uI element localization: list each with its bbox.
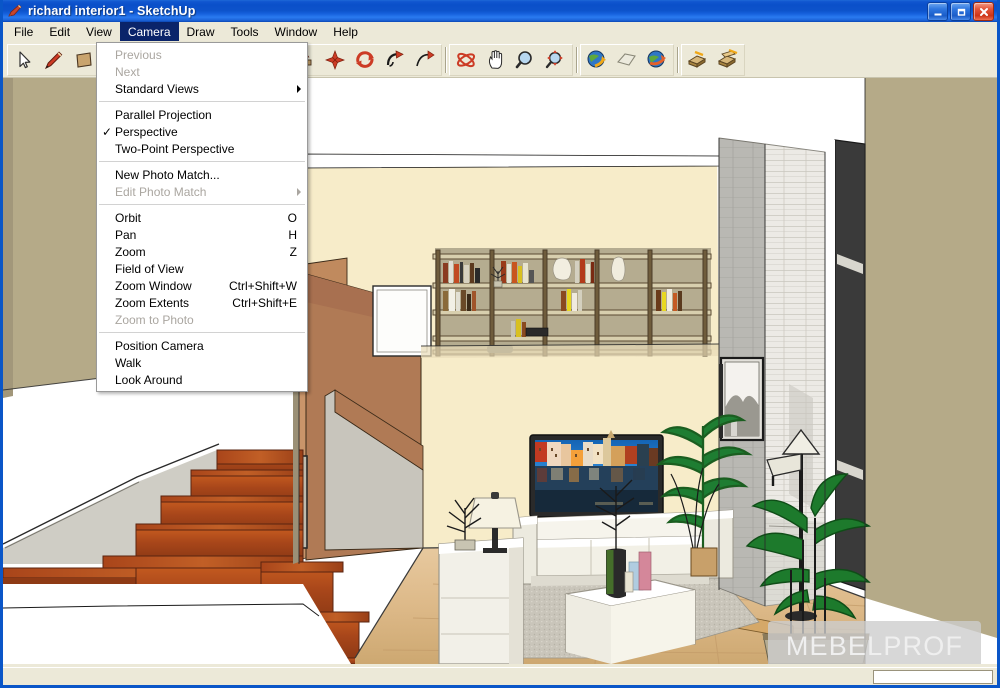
menu-separator	[99, 101, 305, 102]
toolbar-separator	[674, 44, 681, 76]
menu-item-next[interactable]: Next	[97, 63, 307, 80]
menu-item-zoom[interactable]: Zoom Z	[97, 243, 307, 260]
orbit-icon[interactable]	[451, 45, 481, 75]
shelf-vase-2	[611, 256, 626, 282]
right-exterior-wall	[865, 78, 997, 638]
menu-draw[interactable]: Draw	[179, 22, 223, 41]
zoom-extents-icon[interactable]	[541, 45, 571, 75]
menu-window-label: Window	[274, 24, 318, 39]
menu-file[interactable]: File	[6, 22, 41, 41]
menu-edit[interactable]: Edit	[41, 22, 78, 41]
toolbar-group-camera	[449, 43, 573, 76]
foreground-floor-white	[3, 584, 351, 664]
menu-separator	[99, 332, 305, 333]
status-bar	[3, 667, 997, 685]
menu-tools[interactable]: Tools	[223, 22, 267, 41]
menu-item-zoom-to-photo[interactable]: Zoom to Photo	[97, 311, 307, 328]
menu-accel-zoom: Z	[289, 244, 297, 259]
menu-bar: File Edit View Camera Draw Tools Window …	[3, 22, 997, 42]
select-arrow-icon[interactable]	[9, 45, 39, 75]
zoom-magnifier-icon[interactable]	[511, 45, 541, 75]
table-candle-cream	[624, 571, 634, 593]
menu-accel-zoom-window: Ctrl+Shift+W	[228, 278, 297, 293]
menu-help-label: Help	[333, 24, 358, 39]
menu-item-pan[interactable]: Pan H	[97, 226, 307, 243]
menu-item-perspective[interactable]: ✓ Perspective	[97, 123, 307, 140]
menu-separator	[99, 161, 305, 162]
menu-item-new-photo-match[interactable]: New Photo Match...	[97, 166, 307, 183]
menu-camera[interactable]: Camera	[119, 22, 179, 41]
menu-accel-orbit: O	[287, 210, 297, 225]
wall-painting-venice	[529, 430, 664, 518]
toolbar-separator	[573, 44, 580, 76]
menu-item-position-camera[interactable]: Position Camera	[97, 337, 307, 354]
menu-tools-label: Tools	[230, 24, 259, 39]
pan-hand-icon[interactable]	[481, 45, 511, 75]
checkmark-icon: ✓	[102, 124, 113, 139]
follow-me-icon[interactable]	[350, 45, 380, 75]
menu-view-label: View	[86, 24, 112, 39]
window-title: richard interior1 - SketchUp	[28, 4, 196, 18]
menu-item-previous[interactable]: Previous	[97, 46, 307, 63]
toolbar-separator	[442, 44, 449, 76]
menu-window[interactable]: Window	[267, 22, 326, 41]
sketchup-application-window: richard interior1 - SketchUp File Edit V…	[0, 0, 1000, 688]
camera-dropdown-menu[interactable]: Previous Next Standard Views Parallel Pr…	[96, 42, 308, 392]
offset-icon[interactable]	[410, 45, 440, 75]
menu-item-zoom-extents[interactable]: Zoom Extents Ctrl+Shift+E	[97, 294, 307, 311]
title-bar: richard interior1 - SketchUp	[3, 0, 997, 22]
walk-globe-icon[interactable]	[642, 45, 672, 75]
menu-draw-label: Draw	[186, 24, 215, 39]
scale-icon[interactable]	[380, 45, 410, 75]
rectangle-icon[interactable]	[69, 45, 99, 75]
chevron-right-icon	[297, 187, 301, 196]
left-exterior-wall	[3, 78, 101, 390]
menu-item-standard-views[interactable]: Standard Views	[97, 80, 307, 97]
menu-item-walk[interactable]: Walk	[97, 354, 307, 371]
position-camera-globe-icon[interactable]	[582, 45, 612, 75]
menu-item-zoom-window[interactable]: Zoom Window Ctrl+Shift+W	[97, 277, 307, 294]
shelf-vase	[552, 257, 572, 281]
menu-item-field-of-view[interactable]: Field of View	[97, 260, 307, 277]
menu-accel-zoom-extents: Ctrl+Shift+E	[232, 295, 297, 310]
section-cut-icon[interactable]	[713, 45, 743, 75]
maximize-button[interactable]	[950, 2, 971, 21]
menu-item-look-around[interactable]: Look Around	[97, 371, 307, 388]
menu-item-edit-photo-match[interactable]: Edit Photo Match	[97, 183, 307, 200]
menu-help[interactable]: Help	[325, 22, 366, 41]
side-cabinet	[438, 537, 524, 664]
window-controls	[927, 2, 994, 21]
pencil-icon[interactable]	[39, 45, 69, 75]
chevron-right-icon	[297, 84, 301, 93]
section-plane-icon[interactable]	[683, 45, 713, 75]
menu-accel-pan: H	[288, 227, 297, 242]
table-candle-pink	[638, 551, 652, 591]
look-around-icon[interactable]	[612, 45, 642, 75]
measurements-box[interactable]	[873, 670, 993, 684]
menu-file-label: File	[14, 24, 34, 39]
toolbar-group-walkthrough	[580, 43, 674, 76]
menu-camera-label: Camera	[127, 24, 171, 39]
rotate-star-icon[interactable]	[320, 45, 350, 75]
menu-item-orbit[interactable]: Orbit O	[97, 209, 307, 226]
menu-item-parallel-projection[interactable]: Parallel Projection	[97, 106, 307, 123]
menu-edit-label: Edit	[49, 24, 71, 39]
menu-separator	[99, 204, 305, 205]
menu-view[interactable]: View	[78, 22, 120, 41]
shelf-box	[525, 327, 549, 337]
toolbar-group-sections	[681, 43, 745, 76]
minimize-button[interactable]	[927, 2, 948, 21]
sketchup-pencil-icon	[7, 3, 23, 19]
close-button[interactable]	[973, 2, 994, 21]
menu-item-two-point-perspective[interactable]: Two-Point Perspective	[97, 140, 307, 157]
